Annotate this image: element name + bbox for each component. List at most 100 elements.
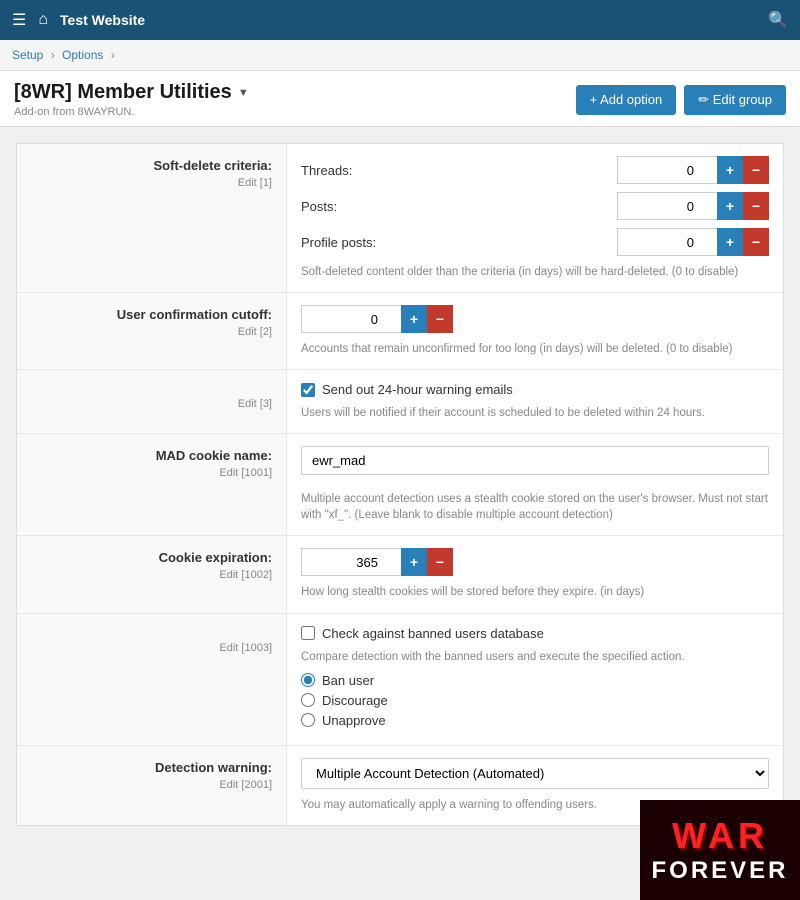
posts-label: Posts: xyxy=(301,199,391,214)
cookie-expiration-label-col: Cookie expiration: Edit [1002] xyxy=(17,536,287,612)
main-content: Soft-delete criteria: Edit [1] Threads: … xyxy=(0,127,800,842)
cutoff-plus-btn[interactable]: + xyxy=(401,305,427,333)
posts-input[interactable] xyxy=(617,192,717,220)
detection-warning-label: Detection warning: xyxy=(31,760,272,775)
watermark-forever: FOREVER xyxy=(651,857,788,885)
detection-warning-select[interactable]: Multiple Account Detection (Automated) xyxy=(301,758,769,789)
posts-plus-btn[interactable]: + xyxy=(717,192,743,220)
user-confirmation-hint: Accounts that remain unconfirmed for too… xyxy=(301,341,769,357)
cutoff-minus-btn[interactable]: − xyxy=(427,305,453,333)
profile-posts-input-wrap: + − xyxy=(617,228,769,256)
warning-email-edit-link[interactable]: Edit [3] xyxy=(31,398,272,410)
warning-email-label-col: Edit [3] xyxy=(17,370,287,433)
cookie-expiration-number-wrap: + − xyxy=(301,548,453,576)
user-confirmation-label-col: User confirmation cutoff: Edit [2] xyxy=(17,293,287,369)
page-header-left: [8WR] Member Utilities ▼ Add-on from 8WA… xyxy=(14,81,249,118)
profile-posts-label: Profile posts: xyxy=(301,235,391,250)
warning-email-hint: Users will be notified if their account … xyxy=(301,405,769,421)
mad-cookie-hint: Multiple account detection uses a stealt… xyxy=(301,491,769,523)
radio-discourage-label: Discourage xyxy=(322,693,388,708)
user-confirmation-edit-link[interactable]: Edit [2] xyxy=(31,326,272,338)
profile-posts-input[interactable] xyxy=(617,228,717,256)
posts-input-wrap: + − xyxy=(617,192,769,220)
home-icon[interactable]: ⌂ xyxy=(38,11,48,29)
edit-group-button[interactable]: ✏ Edit group xyxy=(684,85,786,115)
page-subtitle: Add-on from 8WAYRUN. xyxy=(14,106,249,118)
mad-cookie-row: MAD cookie name: Edit [1001] Multiple ac… xyxy=(17,434,783,536)
posts-row: Posts: + − xyxy=(301,192,769,220)
posts-minus-btn[interactable]: − xyxy=(743,192,769,220)
cookie-expiration-edit-link[interactable]: Edit [1002] xyxy=(31,569,272,581)
threads-input-wrap: + − xyxy=(617,156,769,184)
soft-delete-row: Soft-delete criteria: Edit [1] Threads: … xyxy=(17,144,783,293)
soft-delete-hint: Soft-deleted content older than the crit… xyxy=(301,264,769,280)
radio-ban-user-label: Ban user xyxy=(322,673,374,688)
threads-row: Threads: + − xyxy=(301,156,769,184)
cookie-expiration-hint: How long stealth cookies will be stored … xyxy=(301,584,769,600)
mad-cookie-value-col: Multiple account detection uses a stealt… xyxy=(287,434,783,535)
warning-email-value-col: Send out 24-hour warning emails Users wi… xyxy=(287,370,783,433)
user-confirmation-value-col: + − Accounts that remain unconfirmed for… xyxy=(287,293,783,369)
soft-delete-label: Soft-delete criteria: xyxy=(31,158,272,173)
radio-discourage[interactable] xyxy=(301,693,315,707)
breadcrumb-sep2: › xyxy=(111,48,115,62)
profile-posts-plus-btn[interactable]: + xyxy=(717,228,743,256)
soft-delete-label-col: Soft-delete criteria: Edit [1] xyxy=(17,144,287,292)
banned-users-edit-link[interactable]: Edit [1003] xyxy=(31,642,272,654)
detection-warning-label-col: Detection warning: Edit [2001] xyxy=(17,746,287,825)
warning-email-checkbox[interactable] xyxy=(301,383,315,397)
cookie-expiration-value-col: + − How long stealth cookies will be sto… xyxy=(287,536,783,612)
warning-email-row: Edit [3] Send out 24-hour warning emails… xyxy=(17,370,783,434)
banned-users-value-col: Check against banned users database Comp… xyxy=(287,614,783,745)
soft-delete-value-col: Threads: + − Posts: + − xyxy=(287,144,783,292)
topbar: ☰ ⌂ Test Website 🔍 xyxy=(0,0,800,40)
page-header-buttons: + Add option ✏ Edit group xyxy=(576,85,786,115)
banned-users-hint: Compare detection with the banned users … xyxy=(301,649,769,665)
topbar-left: ☰ ⌂ Test Website xyxy=(12,10,145,30)
radio-unapprove[interactable] xyxy=(301,713,315,727)
threads-label: Threads: xyxy=(301,163,391,178)
cutoff-input[interactable] xyxy=(301,305,401,333)
option-block: Soft-delete criteria: Edit [1] Threads: … xyxy=(16,143,784,826)
breadcrumb-options[interactable]: Options xyxy=(62,48,103,62)
cookie-expiration-minus-btn[interactable]: − xyxy=(427,548,453,576)
profile-posts-minus-btn[interactable]: − xyxy=(743,228,769,256)
radio-discourage-row: Discourage xyxy=(301,693,769,708)
cutoff-number-wrap: + − xyxy=(301,305,453,333)
page-header: [8WR] Member Utilities ▼ Add-on from 8WA… xyxy=(0,71,800,127)
cookie-expiration-number-row: + − xyxy=(301,548,769,576)
cookie-expiration-label: Cookie expiration: xyxy=(31,550,272,565)
mad-cookie-input[interactable] xyxy=(301,446,769,475)
banned-users-row: Edit [1003] Check against banned users d… xyxy=(17,614,783,746)
threads-input[interactable] xyxy=(617,156,717,184)
breadcrumb-sep1: › xyxy=(51,48,55,62)
cutoff-row: + − xyxy=(301,305,769,333)
mad-cookie-edit-link[interactable]: Edit [1001] xyxy=(31,467,272,479)
threads-plus-btn[interactable]: + xyxy=(717,156,743,184)
menu-icon[interactable]: ☰ xyxy=(12,10,26,30)
banned-users-checkbox-label: Check against banned users database xyxy=(322,626,544,641)
radio-ban-user[interactable] xyxy=(301,673,315,687)
cookie-expiration-row: Cookie expiration: Edit [1002] + − How l… xyxy=(17,536,783,613)
detection-warning-row: Detection warning: Edit [2001] Multiple … xyxy=(17,746,783,825)
radio-unapprove-row: Unapprove xyxy=(301,713,769,728)
detection-warning-edit-link[interactable]: Edit [2001] xyxy=(31,779,272,791)
banned-users-label-col: Edit [1003] xyxy=(17,614,287,745)
title-dropdown-icon[interactable]: ▼ xyxy=(238,87,249,99)
radio-unapprove-label: Unapprove xyxy=(322,713,386,728)
radio-ban-user-row: Ban user xyxy=(301,673,769,688)
banned-users-checkbox[interactable] xyxy=(301,626,315,640)
mad-cookie-label-col: MAD cookie name: Edit [1001] xyxy=(17,434,287,535)
breadcrumb-setup[interactable]: Setup xyxy=(12,48,43,62)
soft-delete-edit-link[interactable]: Edit [1] xyxy=(31,177,272,189)
banned-users-checkbox-row: Check against banned users database xyxy=(301,626,769,641)
cookie-expiration-input[interactable] xyxy=(301,548,401,576)
topbar-title: Test Website xyxy=(60,12,145,28)
profile-posts-row: Profile posts: + − xyxy=(301,228,769,256)
search-icon[interactable]: 🔍 xyxy=(768,10,788,30)
warning-email-checkbox-row: Send out 24-hour warning emails xyxy=(301,382,769,397)
add-option-button[interactable]: + Add option xyxy=(576,85,677,115)
threads-minus-btn[interactable]: − xyxy=(743,156,769,184)
page-title-text: [8WR] Member Utilities xyxy=(14,81,232,104)
cookie-expiration-plus-btn[interactable]: + xyxy=(401,548,427,576)
